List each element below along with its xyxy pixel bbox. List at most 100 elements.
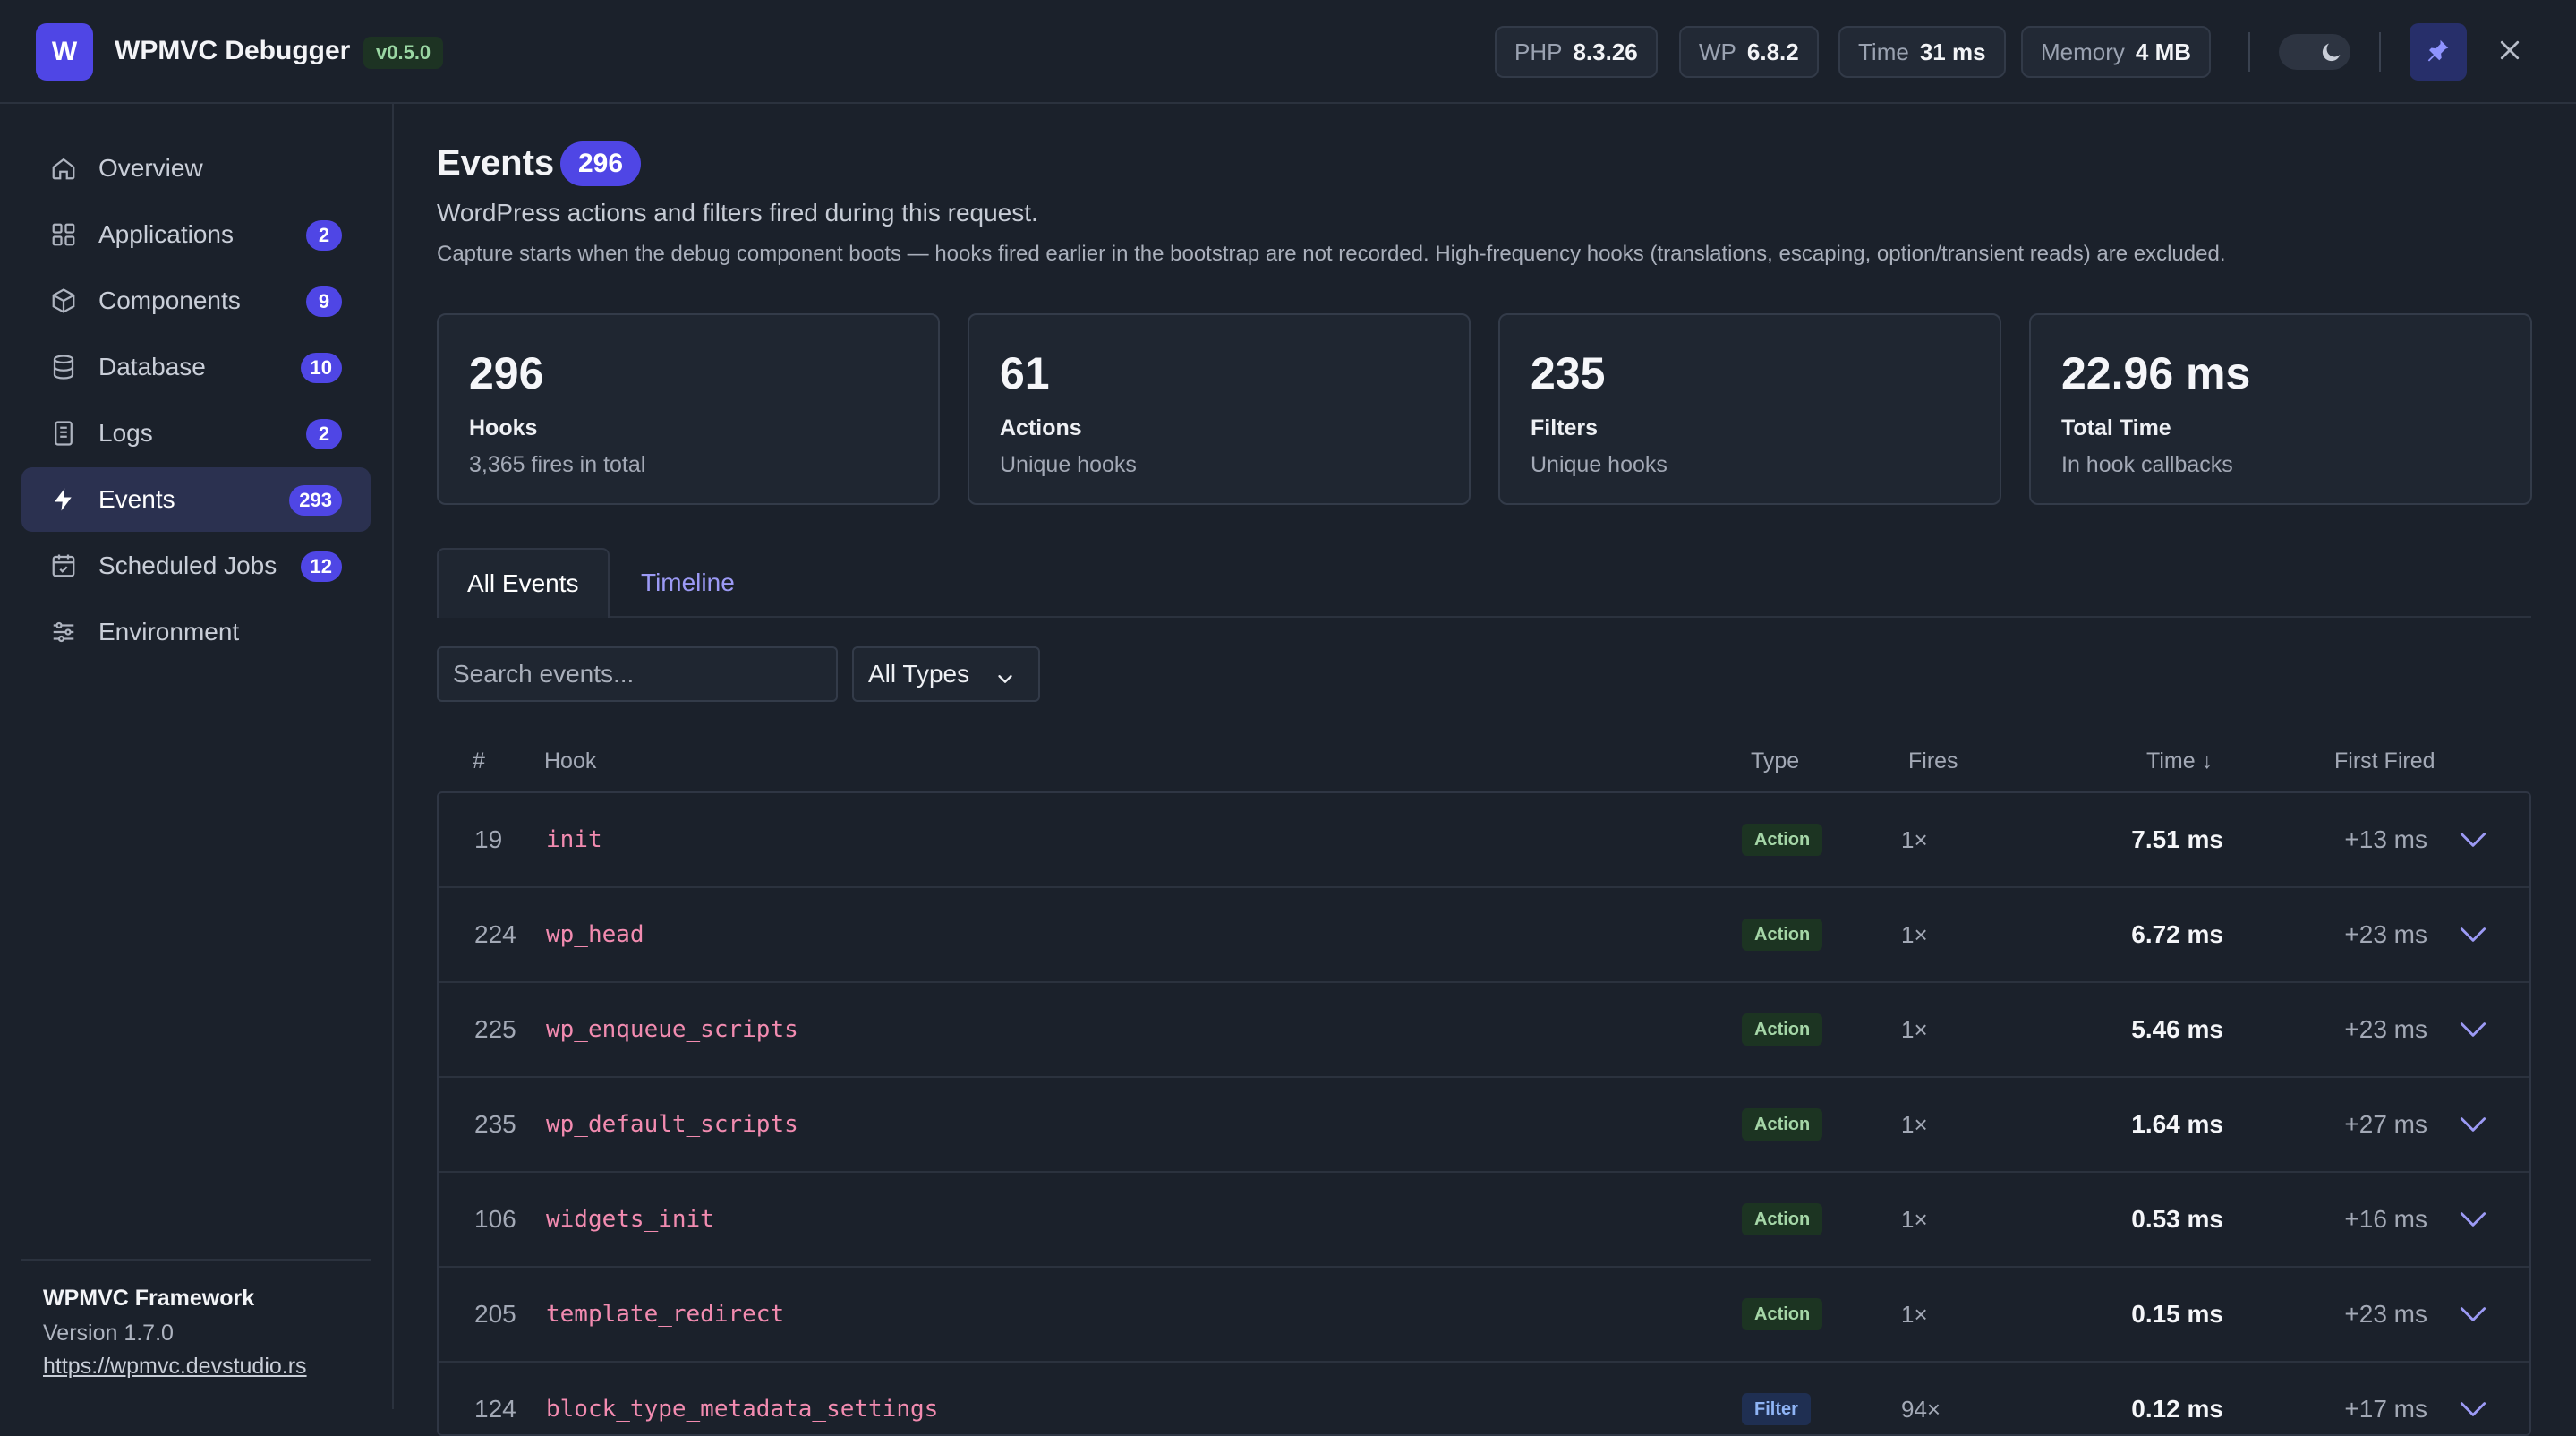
framework-link[interactable]: https://wpmvc.devstudio.rs	[43, 1354, 307, 1380]
time-value: 5.46 ms	[2131, 1015, 2223, 1043]
column-header-index: #	[473, 748, 485, 774]
table-row[interactable]: 235 wp_default_scripts Action 1× 1.64 ms…	[439, 1078, 2529, 1173]
chevron-down-icon[interactable]	[2456, 983, 2490, 1076]
sidebar-item-label: Logs	[98, 419, 153, 447]
fires-count: 1×	[1901, 920, 1928, 948]
count-badge: 12	[300, 551, 342, 582]
table-row[interactable]: 19 init Action 1× 7.51 ms +13 ms	[439, 793, 2529, 888]
sidebar-item-label: Components	[98, 286, 241, 314]
type-cell: Action	[1742, 1268, 1823, 1361]
sidebar-item-label: Applications	[98, 220, 234, 248]
first-fired-value: +27 ms	[2344, 1110, 2427, 1138]
calendar-check-icon	[48, 551, 79, 581]
page-title: Events	[437, 143, 555, 183]
grid-icon	[48, 219, 79, 250]
sidebar-item-label: Events	[98, 485, 175, 513]
time-value: 1.64 ms	[2131, 1110, 2223, 1138]
time-value: 7.51 ms	[2131, 825, 2223, 853]
pill-key: Time	[1858, 38, 1909, 65]
chevron-down-icon[interactable]	[2456, 1268, 2490, 1361]
php-version-pill: PHP 8.3.26	[1495, 26, 1658, 78]
fires-count: 1×	[1901, 1205, 1928, 1233]
type-badge: Action	[1742, 824, 1823, 856]
pill-value: 6.8.2	[1746, 38, 1799, 65]
sidebar-item-components[interactable]: Components 9	[21, 269, 371, 333]
first-fired-value: +16 ms	[2344, 1205, 2427, 1233]
table-row[interactable]: 205 template_redirect Action 1× 0.15 ms …	[439, 1268, 2529, 1363]
sidebar-item-applications[interactable]: Applications 2	[21, 202, 371, 267]
type-badge: Action	[1742, 1203, 1823, 1235]
row-index: 19	[474, 825, 503, 853]
table-row[interactable]: 124 block_type_metadata_settings Filter …	[439, 1363, 2529, 1434]
time-pill: Time 31 ms	[1838, 26, 2006, 78]
type-filter-value: All Types	[868, 660, 970, 688]
row-index: 225	[474, 1015, 516, 1043]
pill-value: 8.3.26	[1573, 38, 1638, 65]
sidebar-item-scheduled-jobs[interactable]: Scheduled Jobs 12	[21, 534, 371, 598]
row-index: 205	[474, 1300, 516, 1328]
pill-key: Memory	[2041, 38, 2125, 65]
count-badge: 9	[306, 286, 342, 317]
table-row[interactable]: 106 widgets_init Action 1× 0.53 ms +16 m…	[439, 1173, 2529, 1268]
column-header-time-sort[interactable]: Time ↓	[2146, 748, 2213, 774]
pin-button[interactable]	[2410, 23, 2467, 81]
stat-card-filters: 235 Filters Unique hooks	[1498, 313, 2001, 505]
chevron-down-icon[interactable]	[2456, 1173, 2490, 1266]
count-badge: 10	[300, 353, 342, 383]
bolt-icon	[48, 484, 79, 515]
column-header-hook: Hook	[544, 748, 597, 774]
tab-all-events[interactable]: All Events	[437, 548, 610, 618]
type-filter-select[interactable]: All Types	[852, 646, 1040, 702]
hook-name: wp_enqueue_scripts	[546, 1016, 798, 1043]
chevron-down-icon[interactable]	[2456, 888, 2490, 981]
pill-key: PHP	[1514, 38, 1563, 65]
sidebar-item-label: Overview	[98, 154, 203, 182]
sidebar-item-database[interactable]: Database 10	[21, 335, 371, 399]
chevron-down-icon[interactable]	[2456, 793, 2490, 886]
framework-name: WPMVC Framework	[43, 1286, 255, 1311]
wp-version-pill: WP 6.8.2	[1679, 26, 1819, 78]
capture-note: Capture starts when the debug component …	[437, 242, 2226, 266]
fires-count: 1×	[1901, 1110, 1928, 1138]
theme-toggle[interactable]	[2279, 34, 2350, 70]
stat-card-actions: 61 Actions Unique hooks	[968, 313, 1471, 505]
stat-value: 296	[469, 348, 544, 398]
version-badge: v0.5.0	[363, 37, 444, 69]
row-index: 106	[474, 1205, 516, 1233]
pill-value: 4 MB	[2135, 38, 2192, 65]
hook-name: block_type_metadata_settings	[546, 1396, 939, 1423]
sidebar-item-environment[interactable]: Environment	[21, 600, 371, 664]
row-index: 224	[474, 920, 516, 948]
sidebar-item-events[interactable]: Events 293	[21, 467, 371, 532]
document-icon	[48, 418, 79, 449]
sidebar-item-label: Scheduled Jobs	[98, 551, 277, 579]
type-cell: Action	[1742, 888, 1823, 981]
stat-value: 235	[1531, 348, 1606, 398]
type-cell: Action	[1742, 1078, 1823, 1171]
tab-timeline[interactable]: Timeline	[612, 548, 763, 618]
close-button[interactable]	[2490, 32, 2529, 72]
type-cell: Action	[1742, 793, 1823, 886]
column-header-type: Type	[1751, 748, 1800, 774]
box-icon	[48, 286, 79, 316]
table-row[interactable]: 224 wp_head Action 1× 6.72 ms +23 ms	[439, 888, 2529, 983]
sidebar-footer: WPMVC Framework Version 1.7.0 https://wp…	[21, 1259, 371, 1380]
first-fired-value: +17 ms	[2344, 1395, 2427, 1423]
stat-value: 61	[1000, 348, 1050, 398]
table-row[interactable]: 225 wp_enqueue_scripts Action 1× 5.46 ms…	[439, 983, 2529, 1078]
memory-pill: Memory 4 MB	[2021, 26, 2212, 78]
stat-label: Filters	[1531, 415, 1599, 440]
chevron-down-icon[interactable]	[2456, 1363, 2490, 1434]
search-input[interactable]	[437, 646, 838, 702]
column-header-fires: Fires	[1908, 748, 1958, 774]
time-value: 0.15 ms	[2131, 1300, 2223, 1328]
fires-count: 1×	[1901, 1015, 1928, 1043]
page-subtitle: WordPress actions and filters fired duri…	[437, 199, 1038, 227]
sidebar-item-label: Database	[98, 353, 206, 380]
database-icon	[48, 352, 79, 382]
sidebar-item-logs[interactable]: Logs 2	[21, 401, 371, 466]
type-badge: Action	[1742, 919, 1823, 951]
sidebar-item-overview[interactable]: Overview	[21, 136, 371, 201]
chevron-down-icon[interactable]	[2456, 1078, 2490, 1171]
hook-name: widgets_init	[546, 1206, 714, 1233]
